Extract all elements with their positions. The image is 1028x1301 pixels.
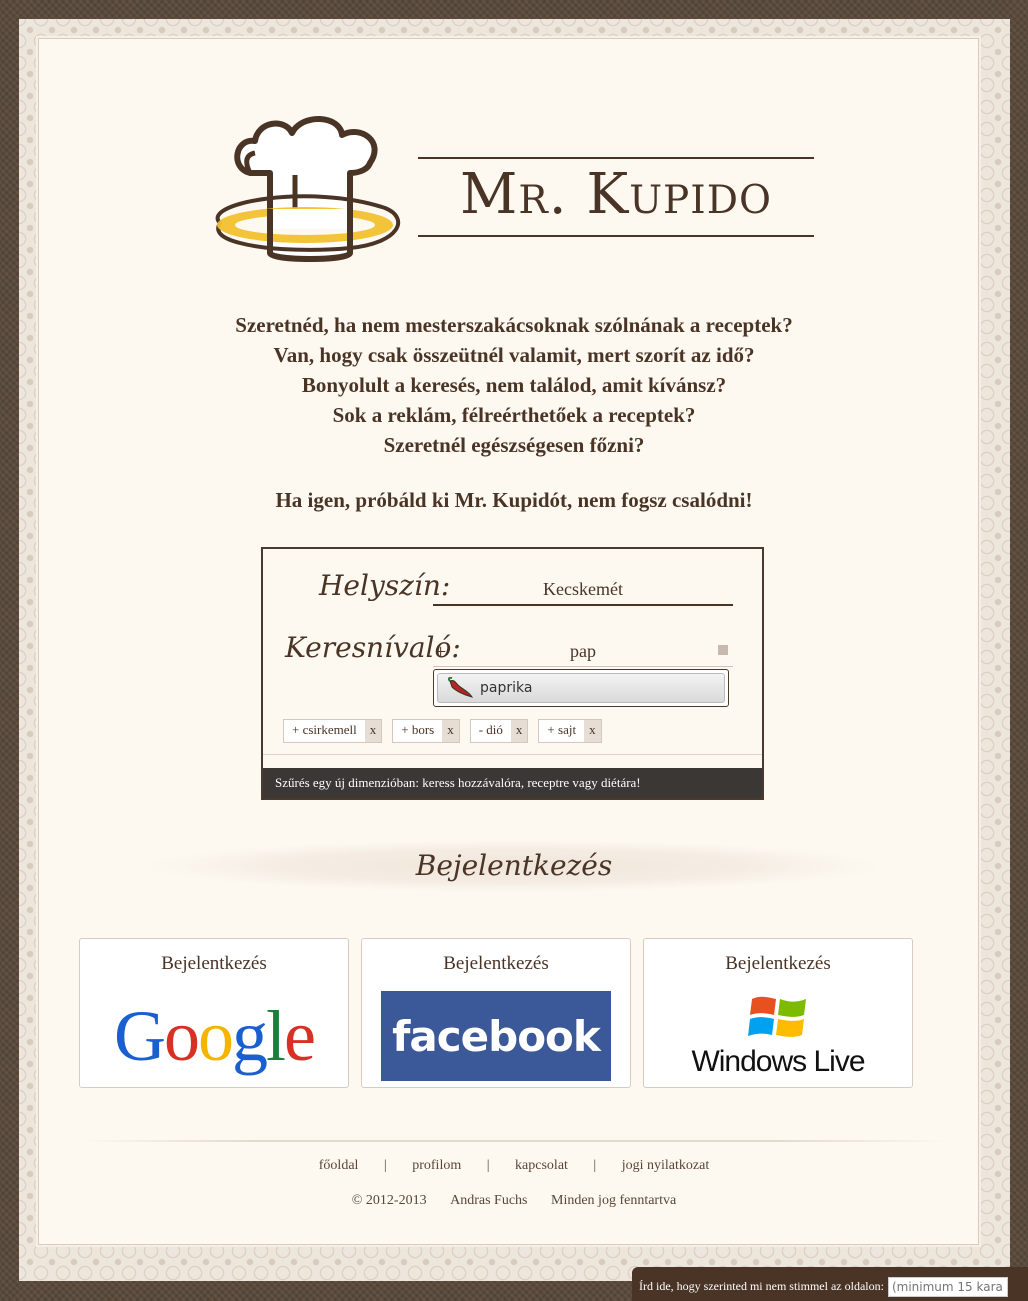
location-input[interactable]: Kecskemét — [433, 579, 733, 606]
tag-remove-button[interactable]: x — [442, 720, 459, 742]
site-logo[interactable]: Mr. Kupido — [210, 113, 820, 273]
intro-line: Sok a reklám, félreérthetőek a receptek? — [332, 403, 696, 427]
login-heading: Bejelentkezés — [150, 840, 878, 892]
tag-label: + bors — [401, 722, 435, 737]
windows-live-wordmark: Windows Live — [691, 1045, 865, 1078]
card-title: Bejelentkezés — [725, 953, 831, 974]
ingredient-tags: + csirkemell x + bors x - dió x + sajt x — [283, 719, 602, 743]
copyright-author: Andras Fuchs — [450, 1193, 528, 1208]
brand-name: Mr. Kupido — [460, 162, 772, 227]
intro-line: Szeretnéd, ha nem mesterszakácsoknak szó… — [235, 313, 793, 337]
ingredient-tag[interactable]: + csirkemell x — [283, 719, 383, 743]
google-logo: Google — [80, 991, 348, 1081]
search-divider — [263, 754, 762, 755]
facebook-logo: facebook — [362, 991, 630, 1081]
intro-cta: Ha igen, próbáld ki Mr. Kupidót, nem fog… — [275, 488, 753, 512]
intro-line: Bonyolult a keresés, nem találod, amit k… — [301, 373, 727, 397]
search-panel: Helyszín: Kecskemét Keresnívaló: + pap p… — [261, 547, 764, 800]
footer-separator: | — [383, 1158, 387, 1173]
card-title: Bejelentkezés — [161, 953, 267, 974]
keyword-input[interactable]: pap — [433, 641, 733, 667]
footer-nav: főoldal | profilom | kapcsolat | jogi ny… — [0, 1158, 1028, 1174]
tag-label: + csirkemell — [292, 722, 357, 737]
tag-remove-button[interactable]: x — [364, 720, 382, 742]
footer-divider — [80, 1140, 950, 1142]
windows-live-login-card[interactable]: Bejelentkezés Windows Live — [643, 938, 913, 1088]
intro-text: Szeretnéd, ha nem mesterszakácsoknak szó… — [90, 310, 938, 515]
chef-hat-icon — [215, 116, 401, 262]
tag-remove-button[interactable]: x — [584, 720, 601, 742]
card-title: Bejelentkezés — [443, 953, 549, 974]
autocomplete-dropdown: paprika — [433, 669, 729, 707]
autocomplete-item[interactable]: paprika — [437, 673, 725, 703]
ingredient-tag[interactable]: - dió x — [469, 719, 529, 743]
copyright-rights: Minden jog fenntartva — [551, 1193, 677, 1208]
footer-separator: | — [593, 1158, 597, 1173]
ingredient-tag[interactable]: + sajt x — [538, 719, 602, 743]
clear-square-icon[interactable] — [718, 645, 728, 655]
ingredient-tag[interactable]: + bors x — [392, 719, 460, 743]
tag-label: - dió — [478, 722, 503, 737]
location-label: Helyszín: — [319, 569, 451, 602]
intro-line: Szeretnél egészségesen főzni? — [383, 433, 645, 457]
feedback-widget: Írd ide, hogy szerinted mi nem stimmel a… — [632, 1267, 1028, 1301]
tag-label: + sajt — [547, 722, 577, 737]
intro-line: Van, hogy csak összeütnél valamit, mert … — [273, 343, 755, 367]
copyright-years: © 2012-2013 — [351, 1193, 427, 1208]
google-login-card[interactable]: Bejelentkezés Google — [79, 938, 349, 1088]
autocomplete-label: paprika — [480, 680, 533, 696]
feedback-label: Írd ide, hogy szerinted mi nem stimmel a… — [639, 1279, 884, 1293]
pepper-icon — [447, 677, 474, 698]
footer-separator: | — [486, 1158, 490, 1173]
facebook-login-card[interactable]: Bejelentkezés facebook — [361, 938, 631, 1088]
tag-remove-button[interactable]: x — [510, 720, 528, 742]
copyright-line: © 2012-2013 Andras Fuchs Minden jog fenn… — [0, 1193, 1028, 1209]
windows-flag-icon — [747, 996, 806, 1037]
google-wordmark: Google — [114, 996, 316, 1076]
facebook-wordmark: facebook — [381, 991, 611, 1081]
search-hint-bar: Szűrés egy új dimenzióban: keress hozzáv… — [263, 768, 762, 798]
footer-link-home[interactable]: főoldal — [319, 1158, 359, 1173]
windows-live-logo: Windows Live — [644, 991, 912, 1081]
footer-link-profile[interactable]: profilom — [412, 1158, 461, 1173]
logo-wordmark: Mr. Kupido — [418, 157, 814, 237]
footer-link-legal[interactable]: jogi nyilatkozat — [622, 1158, 709, 1173]
feedback-input[interactable] — [887, 1276, 1008, 1297]
footer-link-contact[interactable]: kapcsolat — [515, 1158, 568, 1173]
